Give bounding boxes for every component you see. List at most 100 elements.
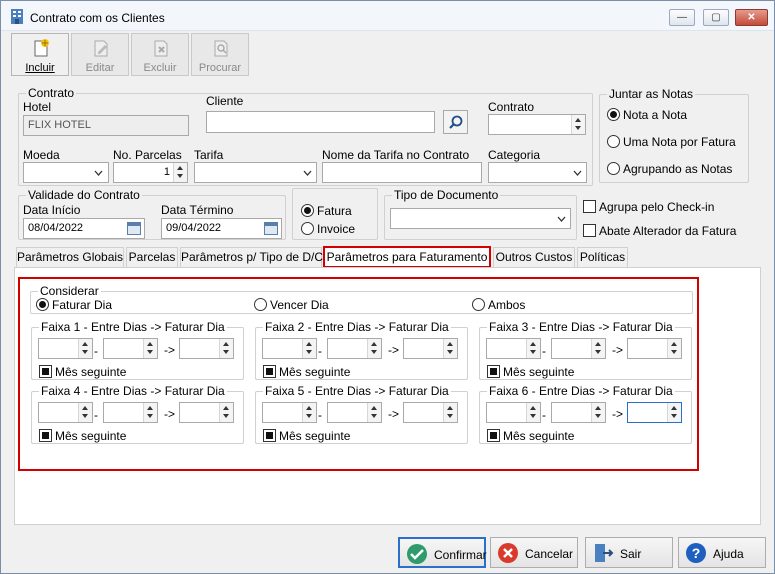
incluir-label: Incluir xyxy=(25,62,55,74)
juntar-radio-0[interactable] xyxy=(607,108,620,121)
spin-buttons[interactable] xyxy=(219,339,233,358)
spin-up-icon xyxy=(671,342,677,346)
spin-down-icon xyxy=(147,350,153,354)
spin-buttons[interactable] xyxy=(667,403,681,422)
sair-button[interactable]: Sair xyxy=(585,537,673,568)
tab-parametros-tipo-dc[interactable]: Parâmetros p/ Tipo de D/C xyxy=(180,247,323,267)
spin-buttons[interactable] xyxy=(78,339,92,358)
considerar-radio-1[interactable] xyxy=(254,298,267,311)
faixa-5-ate[interactable] xyxy=(327,402,382,423)
tab-parametros-globais[interactable]: Parâmetros Globais xyxy=(16,247,124,267)
spin-buttons[interactable] xyxy=(143,339,157,358)
contrato-spin-buttons[interactable] xyxy=(571,115,585,134)
spin-buttons[interactable] xyxy=(443,339,457,358)
parcelas-spin-buttons[interactable] xyxy=(173,163,187,182)
faixa-6-mes-checkbox[interactable] xyxy=(487,429,500,442)
faixa-2-label: Faixa 2 - Entre Dias -> Faturar Dia xyxy=(265,320,449,334)
faixa-2-de[interactable] xyxy=(262,338,317,359)
faixa-5-label: Faixa 5 - Entre Dias -> Faturar Dia xyxy=(265,384,449,398)
spin-up-icon xyxy=(575,118,581,122)
faixa-5-mes-checkbox[interactable] xyxy=(263,429,276,442)
contrato-spin[interactable] xyxy=(488,114,586,135)
faixa-4-de[interactable] xyxy=(38,402,93,423)
tab-parcelas[interactable]: Parcelas xyxy=(126,247,178,267)
faixa-3-ate[interactable] xyxy=(551,338,606,359)
faixa-1-dia[interactable] xyxy=(179,338,234,359)
faixa-5-de[interactable] xyxy=(262,402,317,423)
tarifa-label: Tarifa xyxy=(194,148,224,162)
maximize-icon[interactable]: ▢ xyxy=(703,9,729,26)
inicio-date-field[interactable]: 08/04/2022 xyxy=(23,218,145,239)
cancelar-button[interactable]: Cancelar xyxy=(490,537,578,568)
procurar-button[interactable]: Procurar xyxy=(191,33,249,76)
spin-up-icon xyxy=(82,342,88,346)
calendar-icon[interactable] xyxy=(127,222,141,235)
faixa-3-mes-checkbox[interactable] xyxy=(487,365,500,378)
invoice-radio[interactable] xyxy=(301,222,314,235)
spin-buttons[interactable] xyxy=(219,403,233,422)
cliente-label: Cliente xyxy=(206,94,244,108)
excluir-button[interactable]: Excluir xyxy=(131,33,189,76)
fatura-radio[interactable] xyxy=(301,204,314,217)
agrupa-checkbox[interactable] xyxy=(583,200,596,213)
spin-buttons[interactable] xyxy=(367,339,381,358)
faixa-1-mes-checkbox[interactable] xyxy=(39,365,52,378)
faixa-4-ate[interactable] xyxy=(103,402,158,423)
hotel-field[interactable]: FLIX HOTEL xyxy=(23,115,189,136)
chevron-down-icon xyxy=(573,170,582,176)
faixa-3-dia[interactable] xyxy=(627,338,682,359)
cliente-input[interactable] xyxy=(206,111,435,133)
faixa-1-mes-label: Mês seguinte xyxy=(55,365,127,379)
spin-buttons[interactable] xyxy=(302,403,316,422)
spin-up-icon xyxy=(82,406,88,410)
tab-politicas[interactable]: Políticas xyxy=(577,247,628,267)
juntar-option-1: Uma Nota por Fatura xyxy=(623,135,736,149)
spin-buttons[interactable] xyxy=(591,403,605,422)
close-icon[interactable]: ✕ xyxy=(735,9,768,26)
tipo-documento-select[interactable] xyxy=(390,208,571,229)
tarifa-select[interactable] xyxy=(194,162,317,183)
faixa-4-dia[interactable] xyxy=(179,402,234,423)
faixa-4-mes-checkbox[interactable] xyxy=(39,429,52,442)
spin-up-icon xyxy=(530,406,536,410)
faixa-2-mes-checkbox[interactable] xyxy=(263,365,276,378)
faixa-1-ate[interactable] xyxy=(103,338,158,359)
juntar-radio-2[interactable] xyxy=(607,162,620,175)
incluir-button[interactable]: Incluir xyxy=(11,33,69,76)
spin-buttons[interactable] xyxy=(526,403,540,422)
faixa-6-ate[interactable] xyxy=(551,402,606,423)
moeda-label: Moeda xyxy=(23,148,60,162)
spin-buttons[interactable] xyxy=(302,339,316,358)
abate-checkbox[interactable] xyxy=(583,224,596,237)
parcelas-spin[interactable]: 1 xyxy=(113,162,188,183)
categoria-label: Categoria xyxy=(488,148,541,162)
spin-buttons[interactable] xyxy=(367,403,381,422)
spin-buttons[interactable] xyxy=(443,403,457,422)
spin-buttons[interactable] xyxy=(526,339,540,358)
considerar-radio-2[interactable] xyxy=(472,298,485,311)
spin-buttons[interactable] xyxy=(591,339,605,358)
spin-buttons[interactable] xyxy=(667,339,681,358)
editar-button[interactable]: Editar xyxy=(71,33,129,76)
spin-down-icon xyxy=(147,414,153,418)
faixa-5-dia[interactable] xyxy=(403,402,458,423)
spin-buttons[interactable] xyxy=(143,403,157,422)
faixa-2-dia[interactable] xyxy=(403,338,458,359)
faixa-6-dia[interactable] xyxy=(627,402,682,423)
spin-buttons[interactable] xyxy=(78,403,92,422)
faixa-6-de[interactable] xyxy=(486,402,541,423)
minimize-icon[interactable]: — xyxy=(669,9,695,26)
cliente-search-button[interactable] xyxy=(443,110,468,134)
faixa-2-ate[interactable] xyxy=(327,338,382,359)
considerar-radio-0[interactable] xyxy=(36,298,49,311)
tab-outros-custos[interactable]: Outros Custos xyxy=(493,247,575,267)
calendar-icon[interactable] xyxy=(264,222,278,235)
tab-parametros-faturamento[interactable]: Parâmetros para Faturamento xyxy=(323,246,491,268)
nome-tarifa-input[interactable] xyxy=(322,162,482,183)
ajuda-button[interactable]: ? Ajuda xyxy=(678,537,766,568)
juntar-radio-1[interactable] xyxy=(607,135,620,148)
faixa-3-de[interactable] xyxy=(486,338,541,359)
confirmar-button[interactable]: Confirmar xyxy=(398,537,487,568)
faixa-1-de[interactable] xyxy=(38,338,93,359)
termino-date-field[interactable]: 09/04/2022 xyxy=(161,218,282,239)
